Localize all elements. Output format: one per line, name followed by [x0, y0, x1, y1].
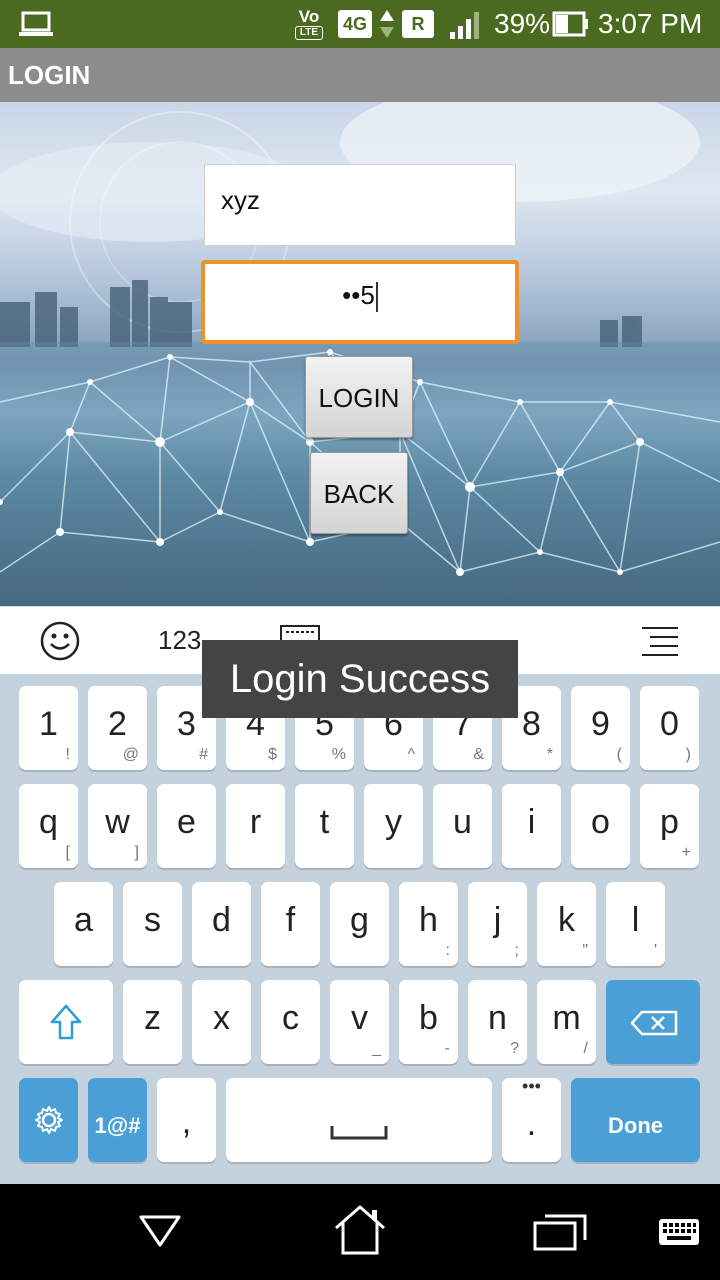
soft-keyboard: 1! 2 @ 3 # 4 $ 5% 6 ^ 7 & 8 * 9( 0) q[ w] e r …: [0, 674, 720, 1184]
backspace-key[interactable]: [606, 980, 700, 1064]
navigation-bar: [0, 1184, 720, 1280]
action-bar: LOGIN: [0, 48, 720, 102]
key-n[interactable]: n?: [468, 980, 527, 1064]
key-y[interactable]: y: [364, 784, 423, 868]
page-title: LOGIN: [8, 60, 91, 90]
key-q[interactable]: q[: [19, 784, 78, 868]
emoji-icon[interactable]: [40, 621, 80, 661]
key-x[interactable]: x: [192, 980, 251, 1064]
key-r[interactable]: r: [226, 784, 285, 868]
data-activity-icon: [380, 10, 394, 38]
back-button[interactable]: BACK: [310, 452, 408, 534]
key-t[interactable]: t: [295, 784, 354, 868]
done-key[interactable]: Done: [571, 1078, 700, 1162]
key-0[interactable]: 0): [640, 686, 699, 770]
battery-percent: 39%: [494, 8, 551, 39]
shift-arrow-icon: [50, 1004, 82, 1040]
key-s[interactable]: s: [123, 882, 182, 966]
key-o[interactable]: o: [571, 784, 630, 868]
signal-icon: [450, 12, 479, 39]
login-form-area: xyz ••5 LOGIN BACK: [0, 102, 720, 606]
key-j[interactable]: j;: [468, 882, 527, 966]
numbers-toggle[interactable]: 123: [158, 625, 201, 656]
key-c[interactable]: c: [261, 980, 320, 1064]
key-v[interactable]: v _: [330, 980, 389, 1064]
key-a[interactable]: a: [54, 882, 113, 966]
backspace-icon: [630, 1010, 678, 1036]
login-button[interactable]: LOGIN: [305, 356, 413, 438]
laptop-icon: [19, 11, 53, 36]
period-key[interactable]: ••• .: [502, 1076, 561, 1162]
symbols-key[interactable]: 1@#: [88, 1078, 147, 1162]
volte-icon: Vo LTE: [292, 8, 326, 42]
comma-key[interactable]: ,: [157, 1078, 216, 1162]
keyboard-switch-icon[interactable]: [658, 1218, 700, 1246]
key-e[interactable]: e: [157, 784, 216, 868]
gear-icon: [35, 1106, 63, 1134]
key-9[interactable]: 9(: [571, 686, 630, 770]
key-h[interactable]: h:: [399, 882, 458, 966]
key-w[interactable]: w]: [88, 784, 147, 868]
password-field[interactable]: ••5: [201, 260, 519, 344]
shift-key[interactable]: [19, 980, 113, 1064]
space-key[interactable]: [226, 1078, 492, 1162]
roaming-badge: R: [402, 10, 434, 38]
key-2[interactable]: 2 @: [88, 686, 147, 770]
menu-icon[interactable]: [640, 625, 680, 659]
home-icon[interactable]: [332, 1204, 388, 1256]
key-f[interactable]: f: [261, 882, 320, 966]
settings-key[interactable]: [19, 1078, 78, 1162]
key-i[interactable]: i: [502, 784, 561, 868]
status-bar: Vo LTE 4G R 39% 3:07 PM: [0, 0, 720, 48]
key-k[interactable]: k ": [537, 882, 596, 966]
recent-apps-icon[interactable]: [532, 1210, 588, 1252]
username-field[interactable]: xyz: [204, 164, 516, 246]
period-more-symbols: •••: [522, 1076, 541, 1096]
key-u[interactable]: u: [433, 784, 492, 868]
key-b[interactable]: b-: [399, 980, 458, 1064]
key-z[interactable]: z: [123, 980, 182, 1064]
back-nav-icon[interactable]: [138, 1214, 182, 1248]
network-type-badge: 4G: [338, 10, 372, 38]
toast-message: Login Success: [202, 640, 518, 718]
key-1[interactable]: 1!: [19, 686, 78, 770]
key-p[interactable]: p +: [640, 784, 699, 868]
battery-icon: [552, 11, 588, 37]
clock: 3:07 PM: [598, 8, 703, 39]
password-value: ••5: [342, 280, 375, 310]
username-value: xyz: [221, 185, 260, 215]
key-d[interactable]: d: [192, 882, 251, 966]
key-g[interactable]: g: [330, 882, 389, 966]
text-cursor: [375, 282, 378, 313]
key-m[interactable]: m /: [537, 980, 596, 1064]
key-l[interactable]: l ': [606, 882, 665, 966]
space-bar-icon: [330, 1126, 388, 1140]
